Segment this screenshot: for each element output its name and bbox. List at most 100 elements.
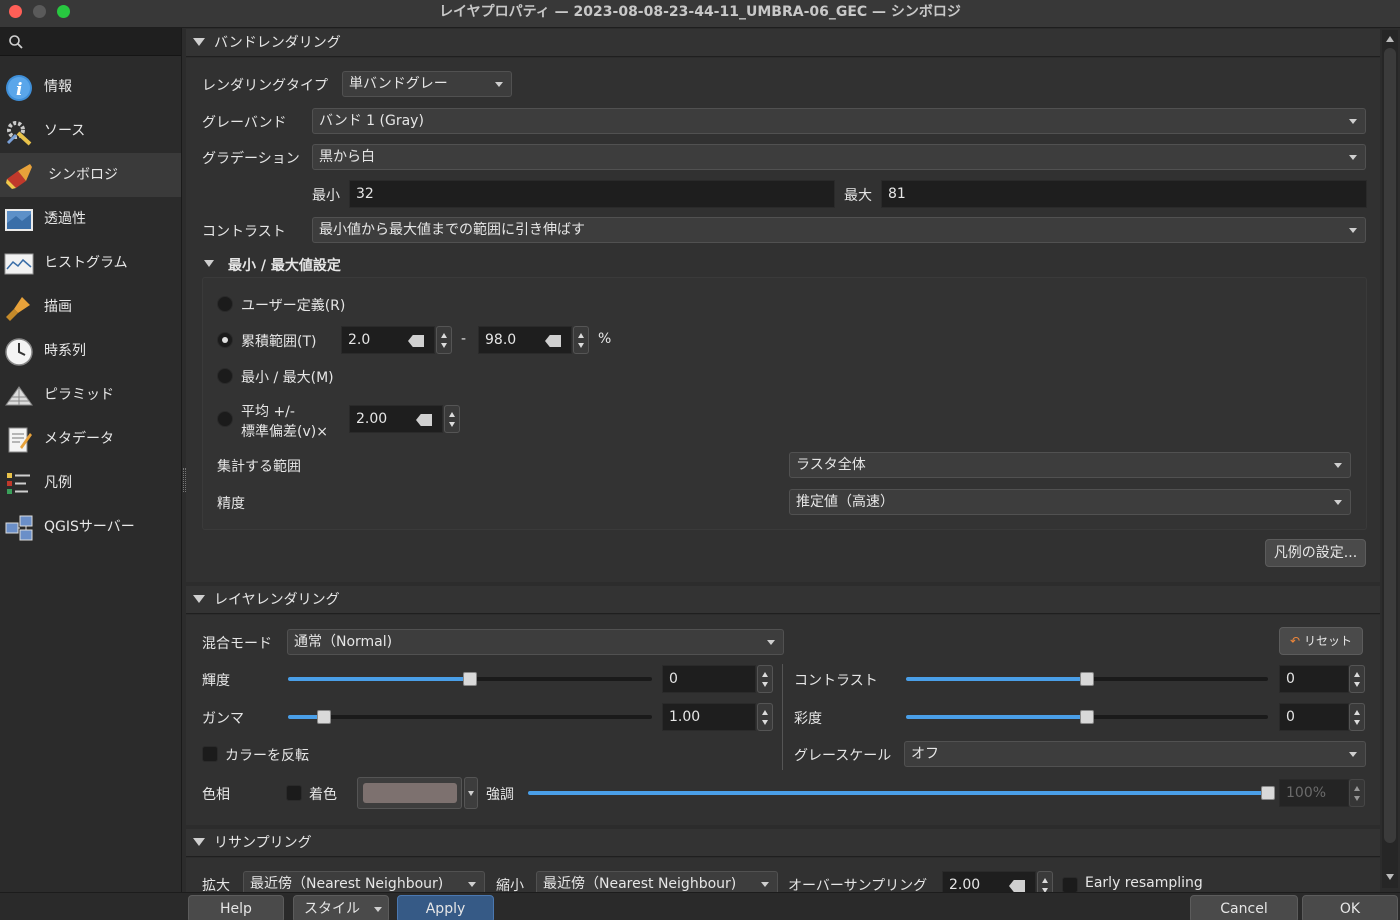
- cumulative-high-input[interactable]: 98.0: [478, 326, 572, 354]
- color-swatch: [363, 783, 457, 803]
- resampling-header[interactable]: リサンプリング: [186, 829, 1380, 857]
- brightness-value: 0: [669, 671, 678, 687]
- gamma-slider-handle[interactable]: [317, 710, 331, 724]
- gradient-select[interactable]: 黒から白: [312, 144, 1366, 170]
- saturation-input[interactable]: 0: [1279, 703, 1349, 731]
- minmax-collapse-toggle[interactable]: [204, 259, 214, 269]
- gray-band-select[interactable]: バンド 1 (Gray): [312, 108, 1366, 134]
- transparency-icon: [5, 209, 33, 231]
- early-resampling-checkbox[interactable]: [1062, 877, 1078, 892]
- cumulative-low-stepper[interactable]: [436, 326, 452, 354]
- contrast-slider-fill: [906, 677, 1087, 681]
- statistics-extent-select[interactable]: ラスタ全体: [789, 452, 1351, 478]
- chevron-down-icon: [468, 791, 474, 796]
- layer-rendering-header[interactable]: レイヤレンダリング: [186, 586, 1380, 614]
- collapse-arrow-icon: [193, 595, 205, 603]
- strength-slider-handle[interactable]: [1261, 786, 1275, 800]
- scrollbar-thumb[interactable]: [1384, 48, 1396, 843]
- sidebar-item-info[interactable]: i 情報: [0, 65, 181, 109]
- contrast-stepper[interactable]: [1349, 665, 1365, 693]
- sidebar-item-transparency[interactable]: 透過性: [0, 197, 181, 241]
- grayscale-label: グレースケール: [794, 748, 892, 764]
- search-icon: [9, 35, 23, 49]
- contrast-slider-handle[interactable]: [1080, 672, 1094, 686]
- gamma-slider[interactable]: [288, 715, 652, 719]
- sidebar-item-temporal[interactable]: 時系列: [0, 329, 181, 373]
- sidebar-item-symbology[interactable]: シンボロジ: [0, 153, 181, 197]
- sidebar-item-source[interactable]: ソース: [0, 109, 181, 153]
- render-type-value: 単バンドグレー: [349, 76, 448, 92]
- saturation-slider-handle[interactable]: [1080, 710, 1094, 724]
- radio-mean-stddev[interactable]: [217, 411, 233, 427]
- undo-icon: ↶: [1290, 634, 1301, 648]
- help-button[interactable]: Help: [188, 895, 284, 920]
- color-dropdown-button[interactable]: [464, 777, 478, 809]
- colorize-color-button[interactable]: [357, 777, 462, 809]
- radio-mean-stddev-label-2: 標準偏差(v)×: [241, 424, 328, 440]
- colorize-checkbox[interactable]: [286, 785, 302, 801]
- sidebar-item-qgis-server[interactable]: QGISサーバー: [0, 505, 181, 549]
- max-value: 81: [888, 186, 906, 202]
- sidebar-item-metadata[interactable]: メタデータ: [0, 417, 181, 461]
- render-type-select[interactable]: 単バンドグレー: [342, 71, 512, 97]
- blend-mode-select[interactable]: 通常（Normal): [287, 629, 784, 655]
- chevron-down-icon: [1349, 119, 1357, 124]
- sidebar-item-histogram[interactable]: ヒストグラム: [0, 241, 181, 285]
- contrast-input[interactable]: 0: [1279, 665, 1349, 693]
- sidebar-item-pyramids[interactable]: ピラミッド: [0, 373, 181, 417]
- cumulative-high-stepper[interactable]: [573, 326, 589, 354]
- statistics-extent-label: 集計する範囲: [217, 459, 301, 475]
- collapse-arrow-icon: [193, 838, 205, 846]
- zoom-out-select[interactable]: 最近傍（Nearest Neighbour): [536, 871, 778, 892]
- ok-button[interactable]: OK: [1302, 895, 1398, 920]
- brightness-input[interactable]: 0: [662, 665, 756, 693]
- clear-icon[interactable]: [416, 414, 432, 426]
- min-value-input[interactable]: 32: [349, 180, 835, 208]
- oversampling-input[interactable]: 2.00: [942, 871, 1036, 892]
- contrast-enhancement-value: 最小値から最大値までの範囲に引き伸ばす: [319, 222, 585, 238]
- scroll-up-icon[interactable]: [1386, 36, 1394, 42]
- cumulative-low-input[interactable]: 2.0: [341, 326, 435, 354]
- legend-icon: [7, 473, 30, 494]
- sidebar-item-legend[interactable]: 凡例: [0, 461, 181, 505]
- chevron-down-icon: [767, 640, 775, 645]
- clear-icon[interactable]: [408, 335, 424, 347]
- zoom-in-select[interactable]: 最近傍（Nearest Neighbour): [243, 871, 485, 892]
- gradient-label: グラデーション: [202, 151, 300, 167]
- contrast-enhancement-select[interactable]: 最小値から最大値までの範囲に引き伸ばす: [312, 217, 1366, 243]
- server-icon: [5, 515, 33, 541]
- saturation-stepper[interactable]: [1349, 703, 1365, 731]
- style-button[interactable]: スタイル: [293, 895, 389, 920]
- chevron-down-icon: [761, 882, 769, 887]
- oversampling-stepper[interactable]: [1037, 871, 1053, 892]
- scroll-down-icon[interactable]: [1386, 874, 1394, 880]
- brightness-slider-handle[interactable]: [463, 672, 477, 686]
- clear-icon[interactable]: [545, 335, 561, 347]
- band-rendering-header[interactable]: バンドレンダリング: [186, 29, 1380, 57]
- gamma-input[interactable]: 1.00: [662, 703, 756, 731]
- reset-button[interactable]: ↶ リセット: [1279, 627, 1363, 655]
- strength-input[interactable]: 100%: [1279, 779, 1349, 807]
- brightness-stepper[interactable]: [757, 665, 773, 693]
- legend-settings-button[interactable]: 凡例の設定...: [1265, 539, 1366, 567]
- radio-cumulative-cut[interactable]: [217, 332, 233, 348]
- sidebar-search-input[interactable]: [0, 28, 181, 56]
- strength-stepper[interactable]: [1349, 779, 1365, 807]
- sidebar-item-rendering[interactable]: 描画: [0, 285, 181, 329]
- sidebar-item-label: ソース: [44, 123, 86, 139]
- sidebar-item-label: メタデータ: [44, 431, 114, 447]
- stddev-input[interactable]: 2.00: [349, 405, 443, 433]
- gamma-stepper[interactable]: [757, 703, 773, 731]
- grayscale-select[interactable]: オフ: [904, 741, 1366, 767]
- accuracy-select[interactable]: 推定値（高速）: [789, 489, 1351, 515]
- invert-colors-checkbox[interactable]: [202, 746, 218, 762]
- max-value-input[interactable]: 81: [881, 180, 1367, 208]
- cancel-button[interactable]: Cancel: [1190, 895, 1298, 920]
- radio-min-max[interactable]: [217, 368, 233, 384]
- clear-icon[interactable]: [1009, 880, 1025, 892]
- chevron-down-icon: [1349, 228, 1357, 233]
- accuracy-value: 推定値（高速）: [796, 494, 894, 510]
- apply-button[interactable]: Apply: [397, 895, 494, 920]
- radio-user-defined[interactable]: [217, 296, 233, 312]
- stddev-stepper[interactable]: [444, 405, 460, 433]
